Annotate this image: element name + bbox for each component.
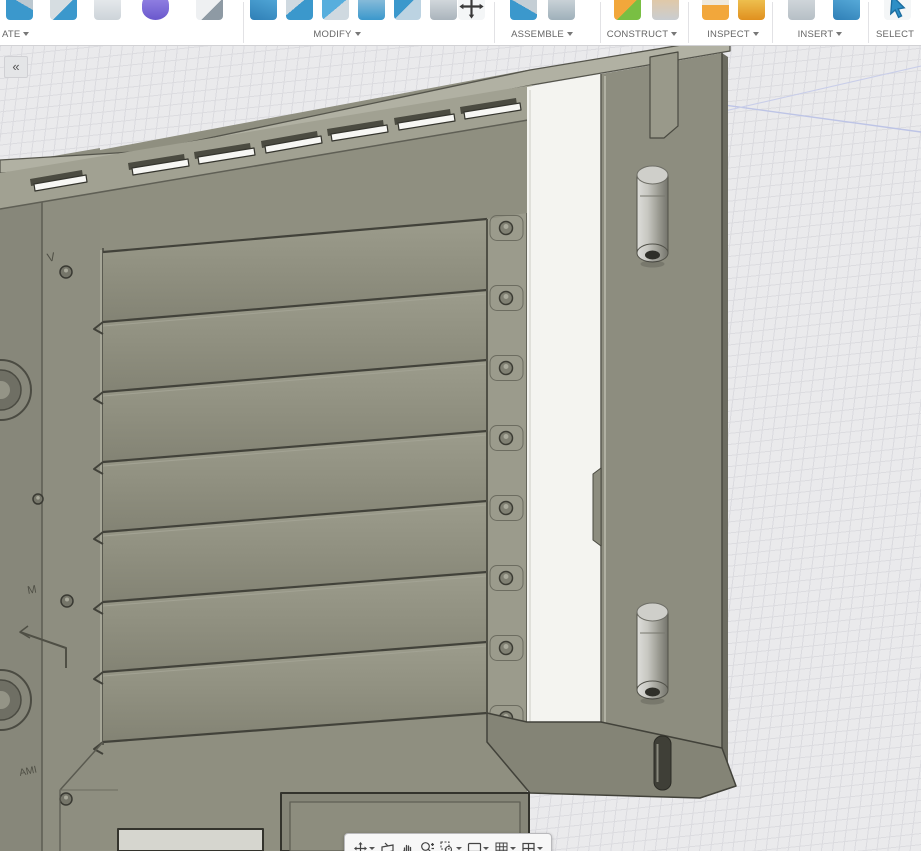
chevron-down-icon [671, 32, 677, 36]
group-label-text: ASSEMBLE [511, 29, 564, 40]
group-label-text: SELECT [876, 29, 914, 40]
3d-viewport[interactable]: « [0, 45, 921, 851]
group-label-create[interactable]: ATE [0, 29, 42, 40]
group-label-text: INSPECT [707, 29, 750, 40]
orbit-icon [353, 841, 368, 851]
hinge-bottom[interactable] [637, 603, 668, 705]
pan-button[interactable] [398, 840, 417, 851]
sheet-metal-model[interactable]: V M AMI [0, 45, 736, 851]
insert-derive-icon[interactable] [788, 0, 815, 20]
move-copy-icon[interactable] [458, 0, 485, 20]
group-separator [868, 2, 869, 43]
sketch-dimension-icon[interactable] [94, 0, 121, 20]
insert-canvas-icon[interactable] [833, 0, 860, 20]
zoom-window-button[interactable] [438, 840, 464, 851]
shell-icon[interactable] [322, 0, 349, 20]
select-icon[interactable] [884, 0, 911, 20]
chevron-down-icon [355, 32, 361, 36]
browser-collapse-button[interactable]: « [4, 56, 28, 78]
group-label-text: ATE [2, 29, 20, 40]
pan-icon [400, 841, 415, 851]
zoom-icon [420, 841, 435, 851]
construct-axis-icon[interactable] [652, 0, 679, 20]
group-label-text: MODIFY [313, 29, 351, 40]
fillet-icon[interactable] [286, 0, 313, 20]
group-label-modify[interactable]: MODIFY [297, 29, 377, 40]
group-separator [772, 2, 773, 43]
orbit-button[interactable] [351, 840, 377, 851]
frame-edge-step [593, 468, 601, 546]
group-label-insert[interactable]: INSERT [786, 29, 854, 40]
view-navigation-bar [344, 833, 552, 851]
hinge-top[interactable] [637, 166, 668, 268]
viewports-icon [521, 841, 536, 851]
group-separator [494, 2, 495, 43]
display-settings-icon [467, 841, 482, 851]
bottom-cutout-small[interactable] [118, 829, 263, 851]
create-pattern-icon[interactable] [196, 0, 223, 20]
chevron-down-icon [483, 847, 489, 850]
split-body-icon[interactable] [430, 0, 457, 20]
look-at-icon [380, 841, 395, 851]
group-separator [688, 2, 689, 43]
joint-icon[interactable] [548, 0, 575, 20]
chevron-down-icon [23, 32, 29, 36]
chevron-down-icon [753, 32, 759, 36]
create-form-icon[interactable] [142, 0, 169, 20]
chevron-down-icon [836, 32, 842, 36]
group-separator [243, 2, 244, 43]
grid-snaps-button[interactable] [492, 840, 518, 851]
group-label-assemble[interactable]: ASSEMBLE [500, 29, 584, 40]
tab-strip[interactable] [487, 213, 527, 731]
viewports-button[interactable] [519, 840, 545, 851]
press-pull-icon[interactable] [250, 0, 277, 20]
create-solid-icon[interactable] [6, 0, 33, 20]
create-sketch-icon[interactable] [50, 0, 77, 20]
ribbon-toolbar: ATE MODIFY ASSEMBLE CONSTRUCT INSPECT IN… [0, 0, 921, 46]
construct-plane-icon[interactable] [614, 0, 641, 20]
group-label-text: CONSTRUCT [607, 29, 668, 40]
combine-icon[interactable] [358, 0, 385, 20]
display-settings-button[interactable] [465, 840, 491, 851]
chevron-down-icon [510, 847, 516, 850]
white-gap-face [527, 74, 601, 726]
group-label-text: INSERT [798, 29, 834, 40]
ribbon-icon-row [0, 0, 921, 25]
chevron-down-icon [567, 32, 573, 36]
chevron-down-icon [537, 847, 543, 850]
zoom-button[interactable] [418, 840, 437, 851]
chevron-down-icon [456, 847, 462, 850]
group-label-select[interactable]: SELECT [876, 29, 921, 40]
louver-panel[interactable] [94, 219, 487, 754]
group-label-inspect[interactable]: INSPECT [694, 29, 772, 40]
group-label-construct[interactable]: CONSTRUCT [599, 29, 685, 40]
chevron-down-icon [369, 847, 375, 850]
section-analysis-icon[interactable] [738, 0, 765, 20]
offset-face-icon[interactable] [394, 0, 421, 20]
model-canvas[interactable]: V M AMI [0, 45, 921, 851]
look-at-button[interactable] [378, 840, 397, 851]
zoom-window-icon [440, 841, 455, 851]
grid-snaps-icon [494, 841, 509, 851]
measure-icon[interactable] [702, 0, 729, 20]
new-component-icon[interactable] [510, 0, 537, 20]
frame-top-tab [650, 52, 678, 138]
